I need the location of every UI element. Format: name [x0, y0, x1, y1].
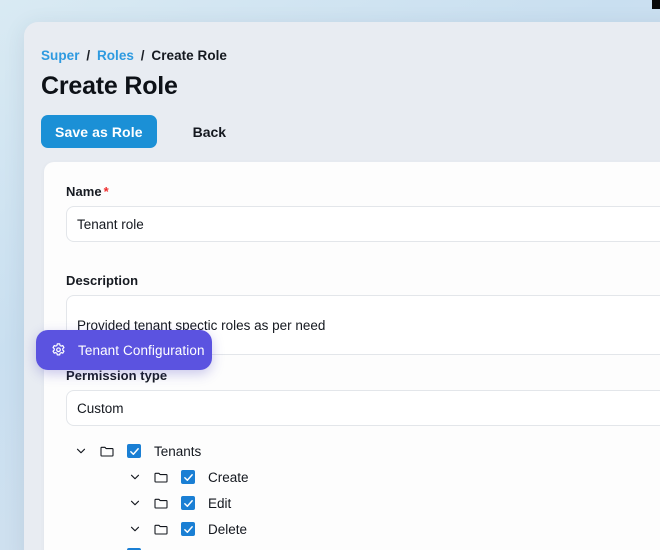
permission-type-select[interactable] [66, 390, 660, 426]
chevron-down-icon[interactable] [126, 468, 144, 486]
breadcrumb-item-roles[interactable]: Roles [97, 48, 134, 63]
folder-icon [96, 546, 118, 550]
folder-icon [150, 494, 172, 512]
screen: Super / Roles / Create Role Create Role … [0, 0, 660, 550]
badge-label: Tenant Configuration [78, 342, 205, 358]
tree-row[interactable]: Settings [66, 542, 660, 550]
breadcrumb-item-super[interactable]: Super [41, 48, 80, 63]
folder-icon [96, 442, 118, 460]
corner-notch [652, 0, 660, 9]
breadcrumb-separator: / [86, 48, 91, 63]
tree-checkbox[interactable] [181, 496, 195, 510]
chevron-down-icon[interactable] [126, 520, 144, 538]
tree-row-label: Create [208, 469, 249, 485]
tree-checkbox[interactable] [181, 470, 195, 484]
tree-row-label: Delete [208, 521, 248, 537]
folder-icon [150, 520, 172, 538]
tree-checkbox[interactable] [127, 444, 141, 458]
page-title: Create Role [41, 72, 178, 100]
chevron-down-icon[interactable] [72, 546, 90, 550]
app-card: Super / Roles / Create Role Create Role … [24, 22, 660, 550]
back-button[interactable]: Back [193, 124, 226, 140]
required-asterisk: * [103, 184, 109, 199]
tree-row[interactable]: Edit [66, 490, 660, 516]
gear-icon [50, 342, 67, 359]
name-label: Name * [66, 184, 109, 199]
tree-row-label: Tenants [154, 443, 202, 459]
tree-row-label: Edit [208, 495, 232, 511]
action-row: Save as Role Back [41, 115, 226, 148]
name-label-text: Name [66, 184, 102, 199]
permission-tree: Tenants Create Edit Delete Settings [66, 438, 660, 550]
folder-icon [150, 468, 172, 486]
tenant-configuration-badge[interactable]: Tenant Configuration [36, 330, 212, 370]
permission-type-label: Permission type [66, 368, 168, 383]
save-as-role-button[interactable]: Save as Role [41, 115, 157, 148]
description-label: Description [66, 273, 139, 288]
tree-checkbox[interactable] [181, 522, 195, 536]
name-input[interactable] [66, 206, 660, 242]
breadcrumb-item-create-role: Create Role [151, 48, 227, 63]
chevron-down-icon[interactable] [72, 442, 90, 460]
tree-row[interactable]: Create [66, 464, 660, 490]
breadcrumb-separator: / [140, 48, 145, 63]
breadcrumb: Super / Roles / Create Role [41, 48, 227, 63]
chevron-down-icon[interactable] [126, 494, 144, 512]
tree-row[interactable]: Delete [66, 516, 660, 542]
tree-row[interactable]: Tenants [66, 438, 660, 464]
